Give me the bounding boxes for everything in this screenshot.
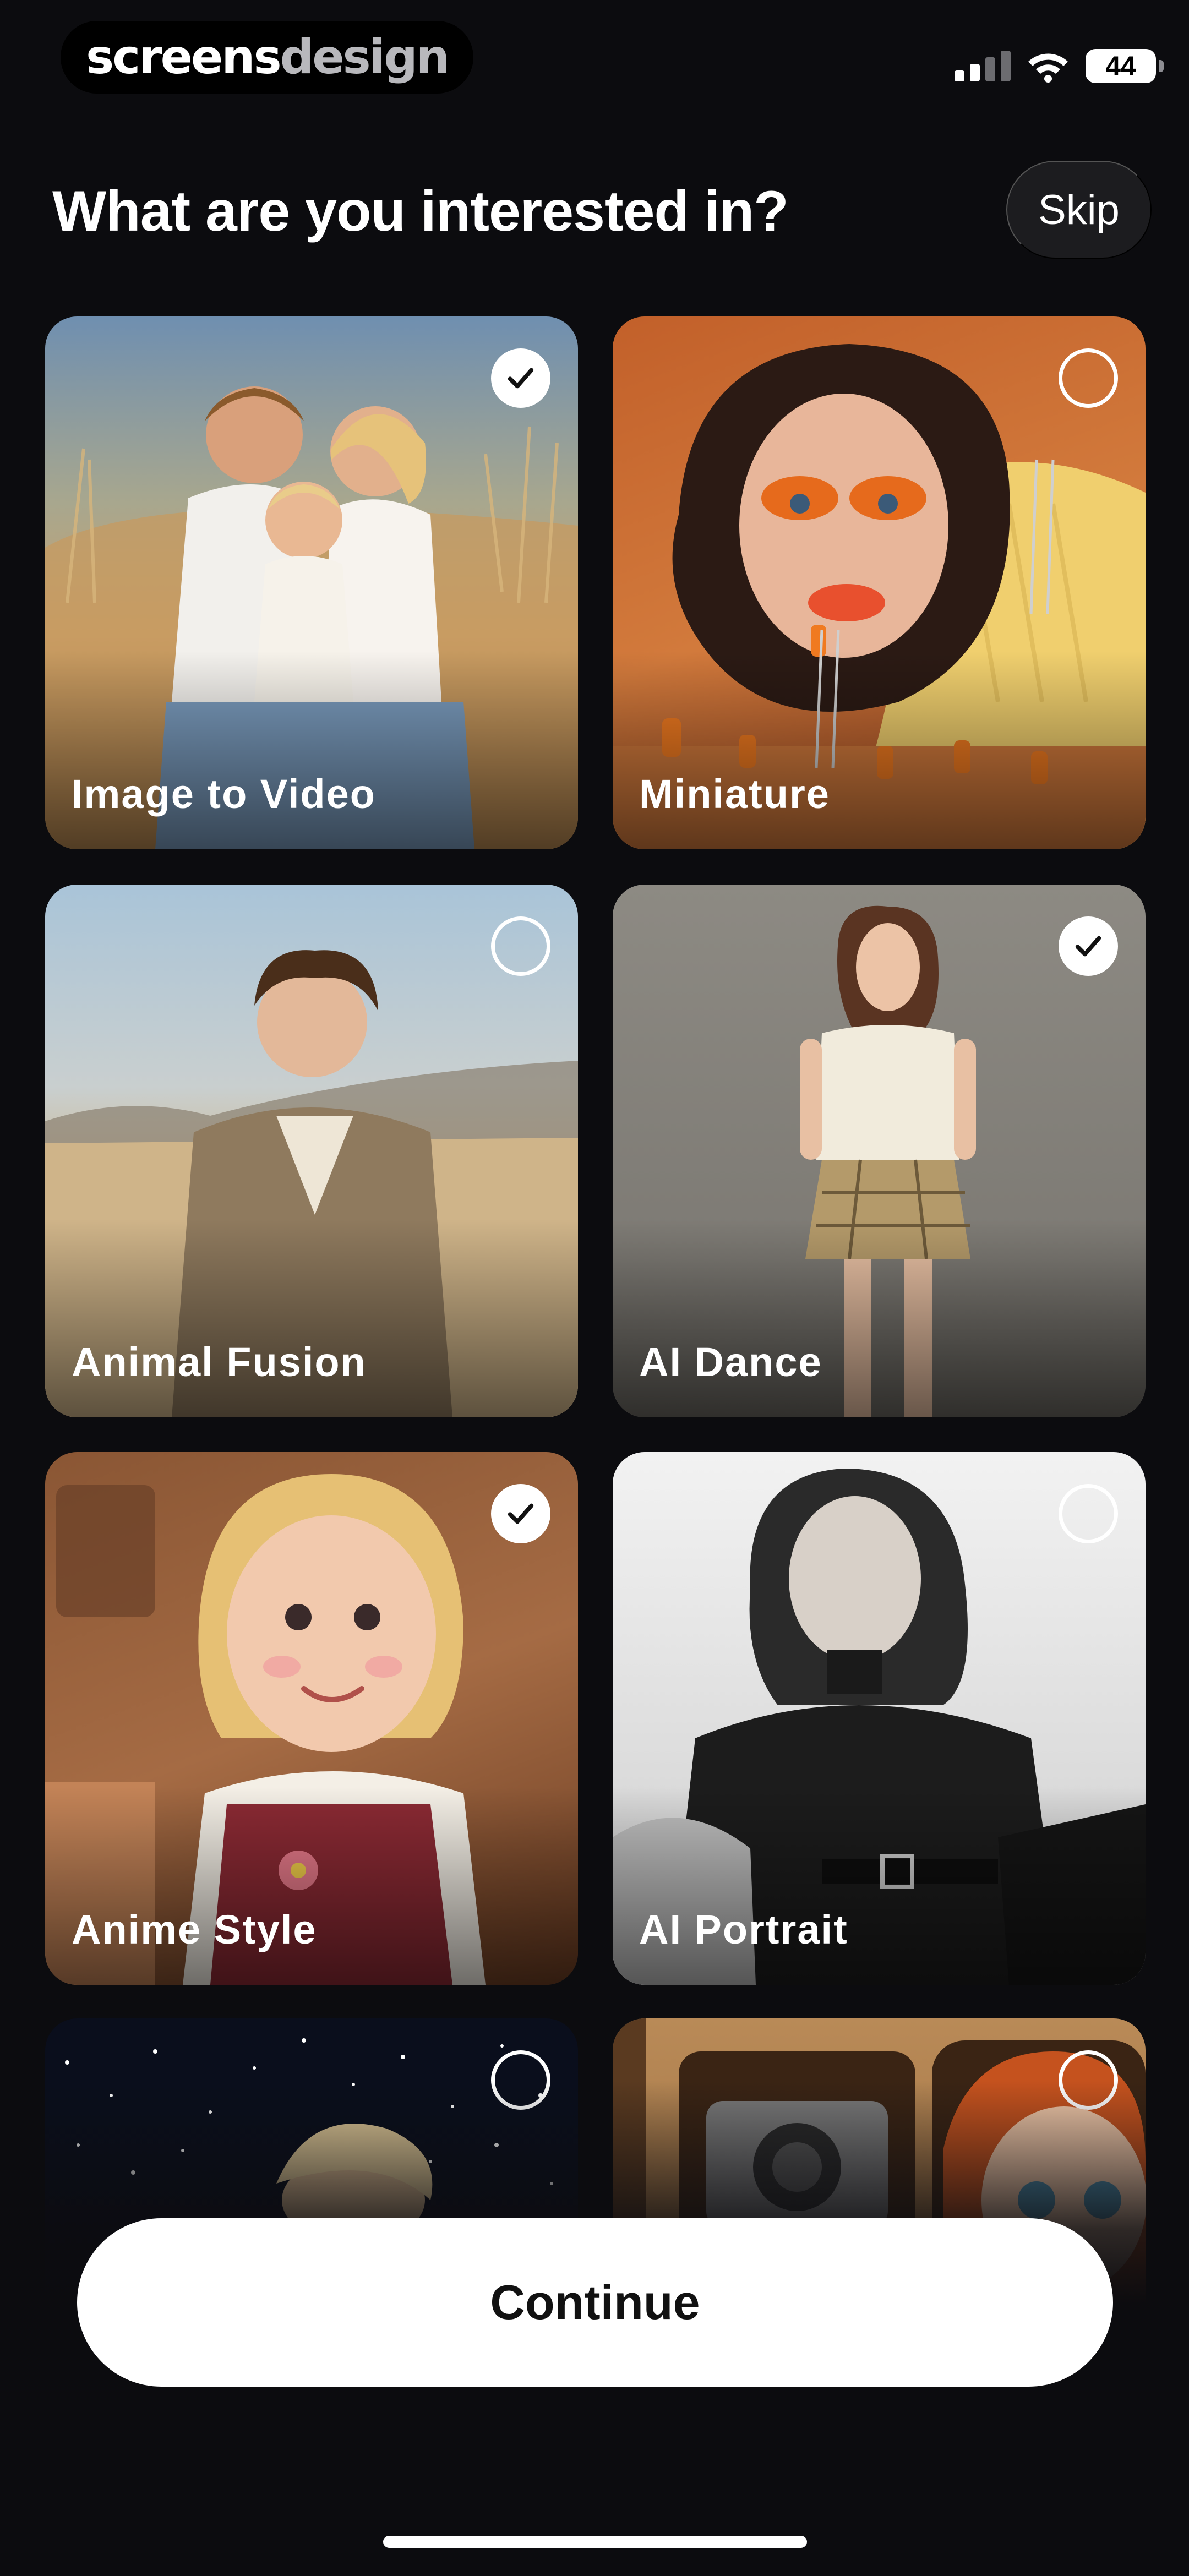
category-card-miniature[interactable]: Miniature [613, 316, 1146, 849]
wifi-icon [1028, 53, 1068, 83]
category-label: AI Portrait [639, 1907, 848, 1952]
category-label: AI Dance [639, 1339, 822, 1385]
category-label: Animal Fusion [72, 1339, 367, 1385]
category-card-animal-fusion[interactable]: Animal Fusion [45, 885, 578, 1417]
category-label: Miniature [639, 771, 830, 817]
category-card-ai-dance[interactable]: AI Dance [613, 885, 1146, 1417]
skip-button[interactable]: Skip [1006, 161, 1152, 259]
checkbox-unselected-icon[interactable] [491, 916, 550, 976]
battery-icon: 44 [1086, 49, 1164, 83]
checkmark-selected-icon[interactable] [491, 348, 550, 408]
category-card-image-to-video[interactable]: Image to Video [45, 316, 578, 849]
category-card-ai-portrait[interactable]: AI Portrait [613, 1452, 1146, 1985]
home-indicator[interactable] [383, 2536, 807, 2548]
checkmark-selected-icon[interactable] [491, 1484, 550, 1543]
screensdesign-watermark: screens design [61, 21, 473, 94]
check-icon [508, 368, 534, 389]
checkmark-selected-icon[interactable] [1059, 916, 1118, 976]
continue-button[interactable]: Continue [77, 2218, 1113, 2387]
checkbox-unselected-icon[interactable] [1059, 1484, 1118, 1543]
category-label: Anime Style [72, 1907, 317, 1952]
page-title: What are you interested in? [52, 179, 789, 243]
category-card-anime-style[interactable]: Anime Style [45, 1452, 578, 1985]
cellular-signal-icon [955, 51, 1011, 81]
check-icon [508, 1503, 534, 1524]
status-bar: 44 [955, 44, 1164, 88]
check-icon [1075, 936, 1101, 957]
checkbox-unselected-icon[interactable] [1059, 348, 1118, 408]
category-label: Image to Video [72, 771, 376, 817]
